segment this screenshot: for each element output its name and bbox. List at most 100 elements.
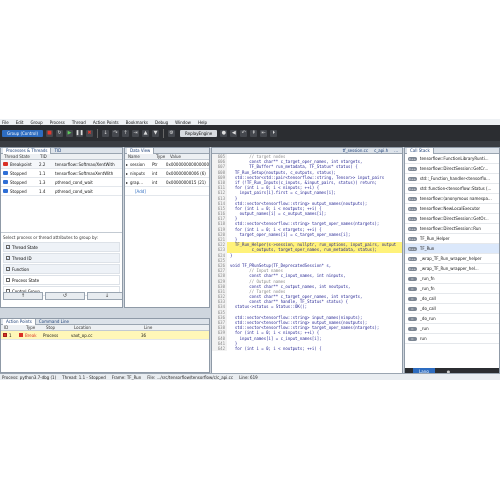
stack-frame[interactable]: C++ tensorflow::FunctionLibraryRunti...	[405, 154, 499, 164]
col-thread-state[interactable]: Thread State	[1, 154, 40, 159]
frame-name: std::_Function_handler<tensorflo...	[419, 176, 490, 181]
back-out-icon[interactable]: ↟	[250, 129, 258, 137]
stack-frame[interactable]: C++ tensorflow::NewLocalExecutor	[405, 204, 499, 214]
tab-tid[interactable]: TID	[51, 148, 61, 153]
data-row[interactable]: ▸ grap... int 0x0000000015 (21)	[125, 178, 209, 187]
run-to-icon[interactable]: ⇥	[132, 129, 140, 137]
stack-frame[interactable]: C _run_fn	[405, 284, 499, 294]
code-line[interactable]: 642 for (int i = 0; i < noutputs; ++i) {	[212, 345, 402, 352]
stack-frame[interactable]: C++ tensorflow::DirectSession::Run	[405, 224, 499, 234]
tab-tf-session[interactable]: tf_session.cc	[343, 148, 368, 153]
status-thread: Thread: 1.1 - Stopped	[62, 374, 106, 380]
stack-frame[interactable]: C++ _wrap_TF_Run_wrapper_hel...	[405, 264, 499, 274]
group-checkbox[interactable]: ✓	[6, 245, 10, 249]
record-icon[interactable]: ●	[220, 129, 228, 137]
col-type[interactable]: Type	[26, 325, 46, 330]
tab-action-points[interactable]: Action Points	[3, 319, 36, 325]
line-number[interactable]: 642	[212, 345, 227, 352]
add-expression[interactable]: [Add]	[125, 187, 209, 196]
up-frame-icon[interactable]: ▲	[142, 129, 150, 137]
stack-frame[interactable]: C _do_run	[405, 314, 499, 324]
menu-item-window[interactable]: Window	[175, 120, 191, 125]
stack-frame[interactable]: C++ tensorflow::(anonymous namespa...	[405, 194, 499, 204]
group-item[interactable]: Process State	[3, 275, 120, 285]
tab-call-stack[interactable]: Call Stack	[407, 148, 434, 154]
stack-frame[interactable]: C++ TF_Run	[405, 244, 499, 254]
stack-frame[interactable]: C++ _wrap_TF_Run_wrapper_helper	[405, 254, 499, 264]
go-icon[interactable]: ▶	[66, 129, 74, 137]
data-row[interactable]: ▸ ninputs int 0x00000000006 (6)	[125, 169, 209, 178]
menu-item-thread[interactable]: Thread	[72, 120, 86, 125]
reverse-icon[interactable]: ↶	[240, 129, 248, 137]
menu-item-help[interactable]: Help	[198, 120, 207, 125]
thread-row[interactable]: Stopped 1.3 pthread_cond_wait	[1, 178, 122, 187]
group-item[interactable]: ✓ Thread ID	[3, 253, 120, 263]
stack-frame[interactable]: C _do_call	[405, 304, 499, 314]
move-down-button[interactable]: ↓	[87, 292, 122, 300]
tab-data-view[interactable]: Data View	[127, 148, 155, 154]
thread-row[interactable]: Stopped 1.4 pthread_cond_wait	[1, 187, 122, 196]
stack-frame[interactable]: C _run_fn	[405, 274, 499, 284]
thread-row[interactable]: Breakpoint 2.2 tensorflow::Softmax/XentWit…	[1, 160, 122, 169]
tab-command-line[interactable]: Command Line	[36, 319, 69, 324]
next-icon[interactable]: ↷	[112, 129, 120, 137]
menu-item-action-points[interactable]: Action Points	[93, 120, 119, 125]
action-point-row[interactable]: 1 Break Process vaxt_op.cc 36	[1, 331, 209, 340]
step-icon[interactable]: ↓	[102, 129, 110, 137]
reset-button[interactable]: ↺	[45, 292, 85, 300]
stop-icon[interactable]: ■	[46, 129, 54, 137]
thread-location: pthread_cond_wait	[55, 179, 93, 185]
session-selector[interactable]: Group (Control)	[2, 129, 44, 137]
menu-item-edit[interactable]: Edit	[16, 120, 24, 125]
col-location[interactable]: Location	[74, 325, 144, 330]
stack-frame[interactable]: C _do_call	[405, 294, 499, 304]
replay-engine-button[interactable]: ReplayEngine	[180, 129, 218, 137]
tab-more[interactable]: ...	[394, 148, 398, 153]
col-stop[interactable]: Stop	[46, 325, 74, 330]
col-id[interactable]: ID	[1, 325, 26, 330]
data-row[interactable]: ▸ session Ptr 0x000000000000000	[125, 160, 209, 169]
gear-icon[interactable]: ⚙	[168, 129, 176, 137]
col-value[interactable]: Value	[170, 154, 181, 159]
back-to-icon[interactable]: ⇤	[260, 129, 268, 137]
frame-name: std::function<tensorflow::Status (...	[419, 186, 492, 191]
code-line[interactable]: 623 c_outputs, target_oper_names, run_me…	[212, 247, 402, 253]
menu-item-group[interactable]: Group	[30, 120, 42, 125]
thread-location: tensorflow::Softmax/XentWith	[55, 161, 115, 167]
col-type[interactable]: Type	[156, 154, 170, 159]
col-line[interactable]: Line	[144, 325, 152, 330]
kill-icon[interactable]: ✖	[86, 129, 94, 137]
group-checkbox[interactable]	[6, 278, 10, 282]
halt-icon[interactable]: ❚❚	[75, 129, 84, 137]
stack-frame[interactable]: C++ std::function<tensorflow::Status (...	[405, 184, 499, 194]
move-up-button[interactable]: ↑	[3, 292, 43, 300]
stack-frame[interactable]: C++ std::_Function_handler<tensorflo...	[405, 174, 499, 184]
step-back-icon[interactable]: ◀	[230, 129, 238, 137]
stack-frame[interactable]: C++ tensorflow::DirectSession::GetCr...	[405, 164, 499, 174]
restart-icon[interactable]: ↻	[56, 129, 64, 137]
frame-lang: C++	[408, 166, 417, 171]
frame-lang: C	[408, 296, 417, 301]
stack-frame[interactable]: C++ TF_Run_Helper	[405, 234, 499, 244]
col-name[interactable]: Name	[125, 154, 156, 159]
group-item[interactable]: ✓ Thread State	[3, 242, 120, 252]
stack-frame[interactable]: C++ tensorflow::DirectSession::GetOr...	[405, 214, 499, 224]
tab-c-api-h[interactable]: c_api.h	[374, 148, 388, 153]
thread-row[interactable]: Stopped 1.1 tensorflow::SoftmaxXentWith	[1, 169, 122, 178]
menu-item-debug[interactable]: Debug	[155, 120, 168, 125]
group-item[interactable]: ✓ Function	[3, 264, 120, 274]
group-checkbox[interactable]: ✓	[6, 256, 10, 260]
group-checkbox[interactable]: ✓	[6, 267, 10, 271]
menu-item-process[interactable]: Process	[50, 120, 65, 125]
menu-item-file[interactable]: File	[2, 120, 9, 125]
stack-frame[interactable]: C _run	[405, 324, 499, 334]
down-frame-icon[interactable]: ▼	[152, 129, 160, 137]
col-tid[interactable]: TID	[40, 154, 56, 159]
out-icon[interactable]: ↑	[122, 129, 130, 137]
tab-processes-threads[interactable]: Processes & Threads	[3, 148, 52, 154]
toolbar: Group (Control) ■ ↻ ▶ ❚❚ ✖ ↓ ↷ ↑ ⇥ ▲ ▼ ⚙…	[0, 125, 500, 141]
enabled-checkbox[interactable]	[3, 333, 7, 337]
stack-frame[interactable]: Crun	[405, 334, 499, 344]
live-icon[interactable]: ⏵	[270, 129, 278, 137]
menu-item-bookmarks[interactable]: Bookmarks	[126, 120, 148, 125]
